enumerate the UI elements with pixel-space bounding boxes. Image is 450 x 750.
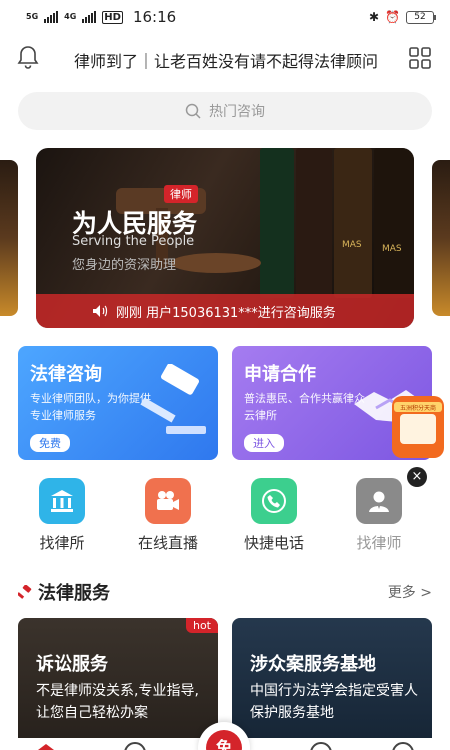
section-title: 法律服务 [38, 583, 110, 604]
search-input[interactable]: 热门咨询 [18, 92, 432, 130]
banner-subtitle-en: Serving the People [72, 234, 195, 249]
signal-icon-2 [82, 11, 97, 23]
service-title: 涉众案服务基地 [250, 654, 376, 675]
video-camera-icon [145, 478, 191, 524]
card-title: 法律咨询 [30, 364, 102, 385]
shortcut-live[interactable]: 在线直播 [123, 478, 213, 553]
banner-prev-peek[interactable] [0, 160, 18, 316]
badge-text: 五洲积分天商 [400, 404, 436, 412]
service-desc: 中国行为法学会指定受害人保护服务基地 [250, 683, 418, 721]
shortcut-label: 找律师 [356, 534, 402, 552]
clock: 16:16 [132, 8, 177, 26]
card-title: 申请合作 [244, 364, 316, 385]
bluetooth-icon: ✱ [368, 10, 380, 24]
consult-ticker: 刚刚 用户15036131***进行咨询服务 [36, 294, 414, 328]
banner-tag: 律师 [164, 185, 198, 203]
shortcut-find-lawfirm[interactable]: 找律所 [17, 478, 107, 553]
app-header: 律师到了｜让老百姓没有请不起得法律顾问 [0, 40, 450, 78]
enter-button[interactable]: 进入 [244, 434, 284, 452]
book-spine [296, 148, 332, 298]
service-desc: 不是律师没关系,专业指导,让您自己轻松办案 [36, 683, 199, 721]
search-placeholder: 热门咨询 [209, 104, 265, 120]
shortcut-find-lawyer[interactable]: 找律师 [334, 478, 424, 553]
legal-consult-card[interactable]: 法律咨询 专业律师团队，为你提供专业律师服务 免费 [18, 346, 218, 460]
apps-grid-icon[interactable] [408, 46, 432, 70]
free-badge-label: 免 [206, 730, 242, 750]
network-label-4g: 4G [64, 12, 77, 21]
battery-icon: 52 [406, 10, 436, 24]
service-title: 诉讼服务 [36, 654, 108, 675]
book-label: MAS [382, 244, 402, 254]
gavel-small-icon [18, 585, 32, 599]
shortcut-label: 在线直播 [137, 534, 198, 552]
hd-icon: HD [102, 10, 123, 24]
bank-icon [39, 478, 85, 524]
gavel-icon [140, 364, 206, 434]
banner-next-peek[interactable] [432, 160, 450, 316]
hero-banner[interactable]: MAS MAS 律师 为人民服务 Serving the People 您身边的… [36, 148, 414, 328]
book-spine [334, 148, 372, 298]
phone-icon [251, 478, 297, 524]
network-label-5g: 5G [26, 12, 39, 21]
free-button[interactable]: 免费 [30, 434, 70, 452]
banner-subtitle: 您身边的资深助理 [72, 258, 177, 273]
litigation-service-card[interactable]: hot 诉讼服务 不是律师没关系,专业指导,让您自己轻松办案 [18, 618, 218, 750]
shortcut-label: 找律所 [39, 534, 85, 552]
mass-case-service-card[interactable]: 涉众案服务基地 中国行为法学会指定受害人保护服务基地 [232, 618, 432, 750]
section-header: 法律服务 更多 > [18, 578, 432, 606]
page-title: 律师到了｜让老百姓没有请不起得法律顾问 [73, 52, 378, 71]
book-spine [374, 148, 414, 298]
status-bar: 5G 4G HD 16:16 ✱ ⏰ 52 [0, 0, 450, 34]
alarm-icon: ⏰ [385, 10, 400, 24]
speaker-icon [93, 305, 108, 317]
lawyer-avatar-icon [356, 478, 402, 524]
search-icon [185, 103, 201, 119]
book-label: MAS [342, 240, 362, 250]
bell-icon[interactable] [16, 44, 40, 70]
signal-icon [44, 11, 59, 23]
hot-badge: hot [185, 618, 218, 633]
promo-floating-badge[interactable]: 五洲积分天商 [388, 392, 448, 462]
shortcut-phone[interactable]: 快捷电话 [229, 478, 319, 553]
more-link[interactable]: 更多 > [388, 582, 432, 602]
shortcut-label: 快捷电话 [243, 534, 304, 552]
ticker-text: 刚刚 用户15036131***进行咨询服务 [116, 305, 336, 321]
